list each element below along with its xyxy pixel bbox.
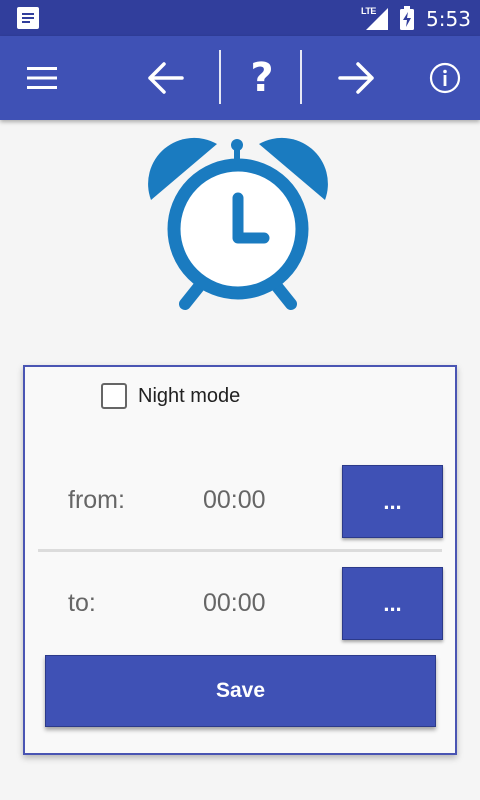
back-button[interactable] bbox=[130, 36, 200, 120]
alarm-clock-icon bbox=[148, 137, 328, 310]
status-bar: LTE 5:53 bbox=[0, 0, 480, 36]
from-label: from: bbox=[68, 486, 125, 514]
to-button-label: ... bbox=[383, 590, 402, 616]
row-divider bbox=[38, 549, 442, 552]
arrow-left-icon bbox=[148, 62, 184, 94]
toolbar-divider bbox=[219, 50, 221, 104]
toolbar-divider bbox=[300, 50, 302, 104]
from-time-picker-button[interactable]: ... bbox=[342, 465, 443, 538]
to-label: to: bbox=[68, 589, 96, 617]
forward-button[interactable] bbox=[322, 36, 392, 120]
to-time: 00:00 bbox=[203, 589, 266, 617]
schedule-card: Night mode from: 00:00 ... to: 00:00 ...… bbox=[23, 365, 457, 755]
night-mode-label: Night mode bbox=[138, 384, 241, 407]
menu-button[interactable] bbox=[12, 36, 72, 120]
night-mode-toggle[interactable]: Night mode bbox=[101, 383, 240, 409]
from-time: 00:00 bbox=[203, 486, 266, 514]
to-time-picker-button[interactable]: ... bbox=[342, 567, 443, 640]
hamburger-menu-icon bbox=[27, 67, 57, 89]
night-mode-checkbox[interactable] bbox=[101, 383, 127, 409]
signal-icon bbox=[366, 8, 388, 30]
save-button[interactable]: Save bbox=[45, 655, 436, 727]
from-button-label: ... bbox=[383, 488, 402, 514]
toolbar: ? bbox=[0, 36, 480, 120]
save-label: Save bbox=[215, 679, 266, 702]
notification-icon bbox=[17, 7, 39, 29]
info-button[interactable] bbox=[420, 36, 470, 120]
info-icon bbox=[429, 62, 461, 94]
arrow-right-icon bbox=[338, 62, 374, 94]
help-button[interactable]: ? bbox=[232, 36, 292, 120]
clock: 5:53 bbox=[426, 7, 471, 31]
help-label: ? bbox=[250, 55, 274, 101]
battery-charging-icon bbox=[400, 6, 414, 30]
